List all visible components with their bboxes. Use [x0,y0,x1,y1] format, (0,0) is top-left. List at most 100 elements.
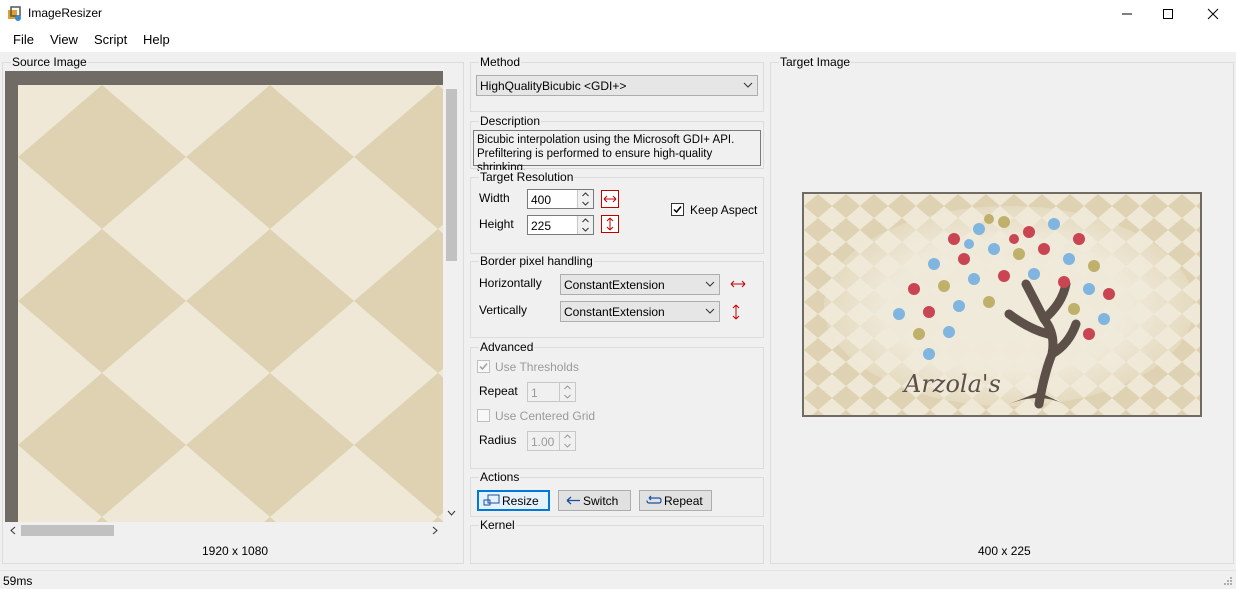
spin-up-icon[interactable] [560,383,575,392]
radius-input[interactable]: 1.00 [527,431,576,451]
target-image: Arzola's [804,194,1200,415]
target-resolution-title: Target Resolution [479,170,575,184]
scroll-down-icon[interactable] [447,509,456,517]
radius-value: 1.00 [531,435,555,449]
resize-button[interactable]: Resize [477,490,550,511]
source-image [18,85,443,522]
source-horizontal-scrollbar[interactable] [5,522,443,539]
source-image-viewer[interactable] [5,71,443,522]
menu-bar: File View Script Help [0,27,1236,52]
method-title: Method [479,55,522,69]
scroll-left-icon[interactable] [9,526,17,535]
advanced-title: Advanced [479,340,535,354]
width-label: Width [479,191,510,205]
menu-script[interactable]: Script [94,32,127,47]
switch-button[interactable]: Switch [558,490,631,511]
use-centered-grid-checkbox[interactable] [477,409,490,422]
vertically-label: Vertically [479,303,528,317]
check-icon [673,206,682,214]
spin-down-icon[interactable] [578,199,593,208]
minimize-icon [1122,13,1132,14]
description-line-1: Bicubic interpolation using the Microsof… [477,134,735,146]
width-arrow-icon [601,190,619,208]
vertical-border-select[interactable]: ConstantExtension [560,301,720,322]
method-selected-value: HighQualityBicubic <GDI+> [480,79,627,93]
resize-icon [483,494,500,506]
use-centered-grid-label: Use Centered Grid [495,409,596,423]
minimize-button[interactable] [1104,0,1150,27]
switch-label: Switch [583,494,619,508]
chevron-down-icon [705,281,715,287]
method-select[interactable]: HighQualityBicubic <GDI+> [476,75,758,96]
spin-down-icon[interactable] [560,441,575,450]
horizontal-border-value: ConstantExtension [564,278,665,292]
target-image-viewer[interactable]: Arzola's [802,192,1202,417]
border-handling-group: Border pixel handling [470,254,764,338]
target-image-title: Target Image [779,55,852,69]
repeat-value: 1 [531,386,538,400]
chevron-down-icon [743,82,753,88]
vertical-border-value: ConstantExtension [564,305,665,319]
spin-up-icon[interactable] [560,432,575,441]
width-spinner[interactable] [577,190,593,208]
target-image-caption: Arzola's [902,370,1001,398]
source-image-title: Source Image [11,55,88,69]
check-icon [479,363,488,371]
spin-down-icon[interactable] [578,225,593,234]
arrow-left-icon [566,496,580,505]
radius-spinner[interactable] [559,432,575,450]
spin-up-icon[interactable] [578,216,593,225]
horizontal-arrow-icon [730,280,746,288]
repeat-icon [646,495,662,504]
menu-help[interactable]: Help [143,32,170,47]
height-value: 225 [531,219,552,233]
repeat-input[interactable]: 1 [527,382,576,402]
use-thresholds-label: Use Thresholds [495,360,579,374]
maximize-icon [1163,8,1173,19]
height-spinner[interactable] [577,216,593,234]
border-handling-title: Border pixel handling [479,254,594,268]
close-icon [1207,8,1219,19]
status-bar: 59ms [0,570,1236,589]
menu-file[interactable]: File [13,32,34,47]
window-title: ImageResizer [28,6,103,20]
source-size-label: 1920 x 1080 [202,544,269,558]
horizontal-scroll-thumb[interactable] [21,525,114,536]
height-input[interactable]: 225 [527,215,594,235]
close-button[interactable] [1190,0,1236,27]
height-label: Height [479,217,514,231]
radius-label: Radius [479,433,517,447]
repeat-button[interactable]: Repeat [639,490,712,511]
actions-title: Actions [479,470,521,484]
status-time: 59ms [3,574,33,588]
target-size-label: 400 x 225 [978,544,1031,558]
keep-aspect-checkbox[interactable] [671,203,684,216]
repeat-spinner[interactable] [559,383,575,401]
height-arrow-icon [601,215,619,233]
scroll-right-icon[interactable] [431,526,439,535]
vertical-arrow-icon [732,304,740,320]
kernel-title: Kernel [479,518,516,532]
kernel-group: Kernel [470,518,764,564]
use-thresholds-checkbox[interactable] [477,360,490,373]
title-bar: ImageResizer [0,0,1236,27]
vertical-scroll-thumb[interactable] [446,89,457,261]
repeat-label: Repeat [479,384,518,398]
menu-view[interactable]: View [50,32,78,47]
chevron-down-icon [705,308,715,314]
spin-down-icon[interactable] [560,392,575,401]
app-icon [8,6,21,21]
repeat-button-label: Repeat [664,494,703,508]
width-value: 400 [531,193,552,207]
width-input[interactable]: 400 [527,189,594,209]
horizontally-label: Horizontally [479,276,542,290]
horizontal-border-select[interactable]: ConstantExtension [560,274,720,295]
spin-up-icon[interactable] [578,190,593,199]
keep-aspect-label[interactable]: Keep Aspect [690,203,757,217]
description-text: Bicubic interpolation using the Microsof… [473,130,761,174]
source-vertical-scrollbar[interactable] [443,71,460,522]
resize-label: Resize [502,494,539,508]
description-title: Description [479,114,542,128]
maximize-button[interactable] [1145,0,1191,27]
resize-grip-icon[interactable] [1223,576,1233,586]
